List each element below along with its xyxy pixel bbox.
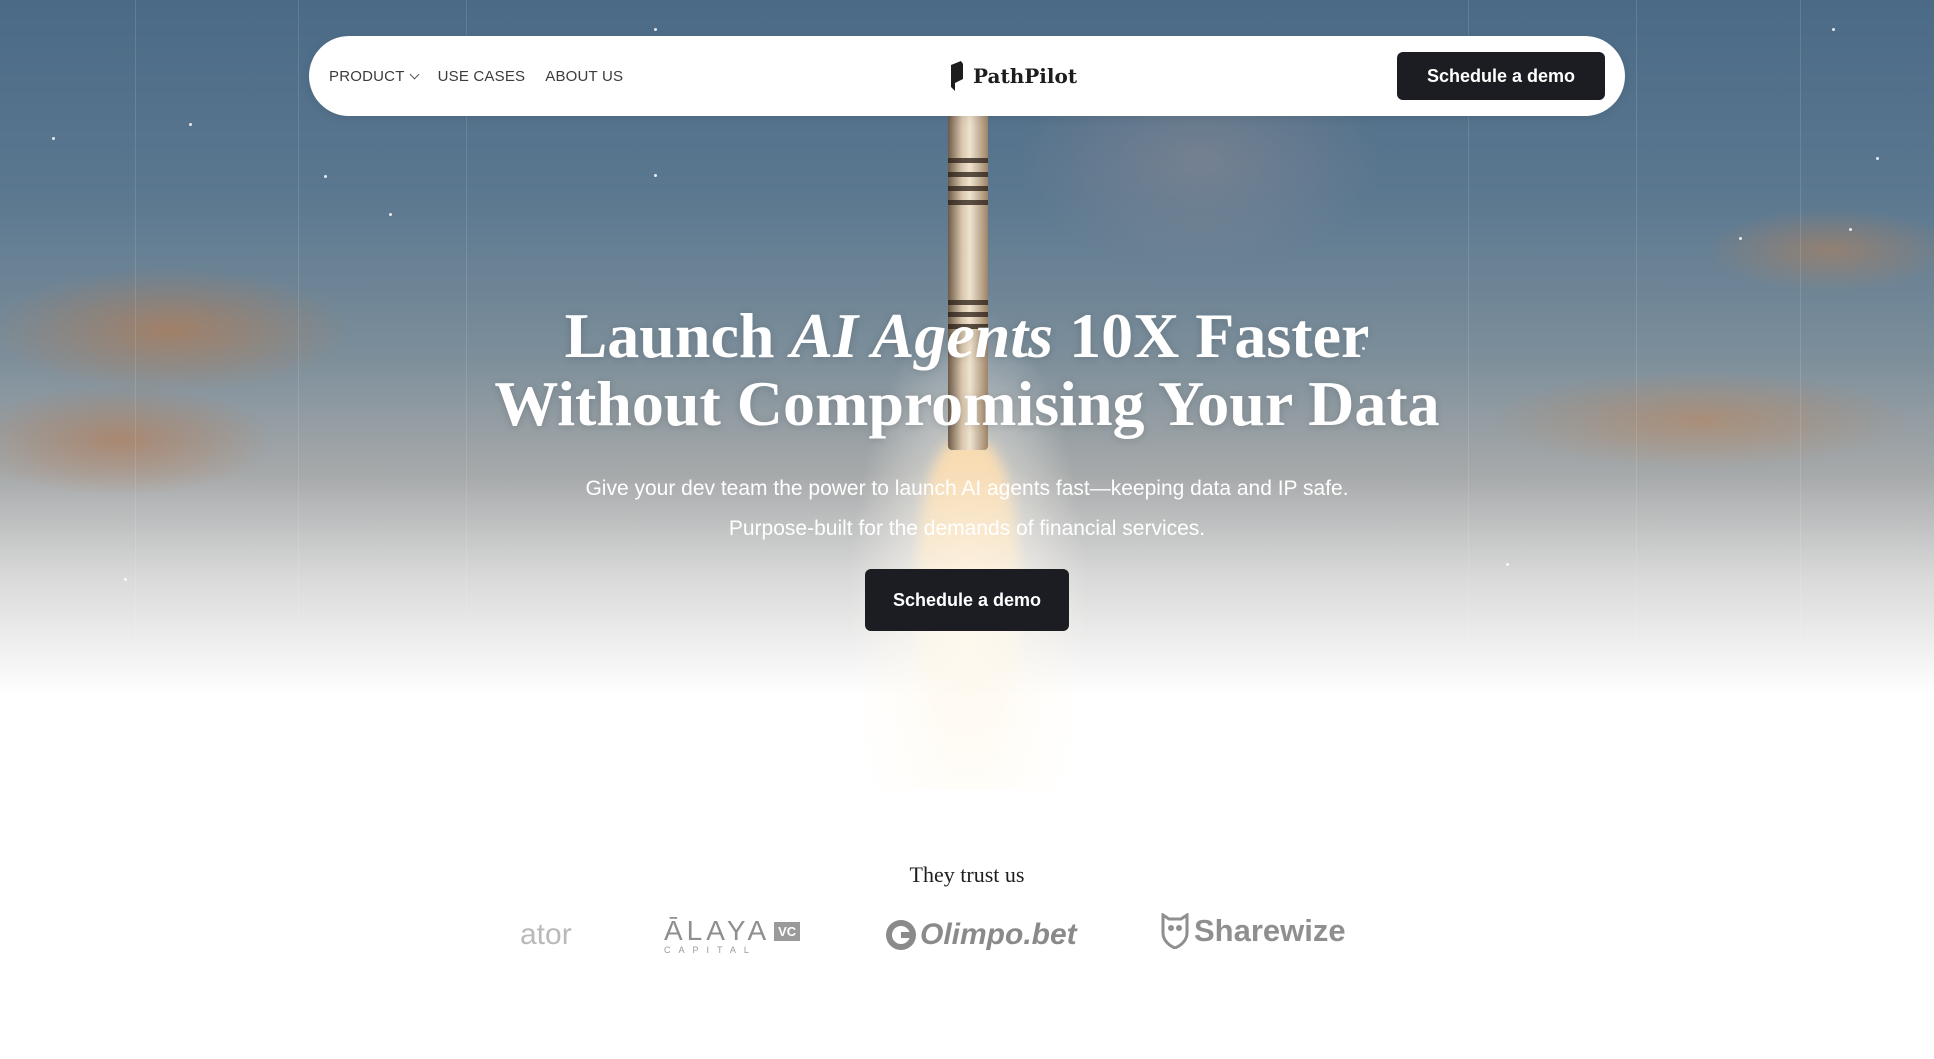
star — [654, 174, 657, 177]
owl-shield-icon — [1161, 913, 1189, 949]
star — [1832, 28, 1835, 31]
hero-headline: Launch AI Agents 10X Faster Without Comp… — [0, 302, 1934, 438]
chevron-down-icon — [409, 69, 420, 79]
hero-subtext-line2: Purpose-built for the demands of financi… — [728, 517, 1206, 540]
headline-line2: Without Compromising Your Data — [494, 368, 1440, 439]
star — [124, 578, 127, 581]
star — [1739, 237, 1742, 240]
pathpilot-logo-icon — [951, 61, 963, 91]
star — [189, 123, 192, 126]
trust-section-title: They trust us — [909, 862, 1025, 887]
nav-item-about-us[interactable]: ABOUT US — [545, 68, 623, 85]
alaya-logo-top: ĀLAYA VC — [664, 915, 801, 947]
star — [1506, 563, 1509, 566]
partial-client-logo: ator — [520, 905, 572, 965]
nav-item-use-cases-label: USE CASES — [437, 67, 526, 85]
rocket-band — [948, 200, 988, 205]
rocket-band — [948, 186, 988, 191]
top-navbar: PRODUCT USE CASES ABOUT US PathPilot Sch… — [309, 36, 1625, 116]
star — [1849, 228, 1852, 231]
olimpo-logo-text: Olimpo.bet — [920, 918, 1077, 951]
brand-name: PathPilot — [973, 64, 1078, 88]
alaya-logo-name: ĀLAYA — [664, 915, 771, 946]
headline-emphasis: AI Agents — [790, 300, 1054, 371]
nav-schedule-demo-button[interactable]: Schedule a demo — [1397, 52, 1605, 100]
star — [1876, 157, 1879, 160]
hero-subtext: Give your dev team the power to launch A… — [0, 469, 1934, 549]
nav-item-about-us-label: ABOUT US — [545, 67, 624, 85]
sharewize-logo: Sharewize — [1160, 901, 1346, 961]
alaya-logo-badge: VC — [774, 921, 801, 941]
olimpo-mark-icon — [886, 920, 916, 950]
alaya-capital-logo: ĀLAYA VC CAPITAL — [664, 905, 801, 965]
alaya-logo-sub: CAPITAL — [664, 945, 757, 955]
headline-launch: Launch — [564, 300, 775, 371]
rocket-band — [948, 158, 988, 163]
olimpo-bet-logo: Olimpo.bet — [884, 905, 1077, 965]
star — [324, 175, 327, 178]
hero-subtext-line1: Give your dev team the power to launch A… — [585, 477, 1349, 500]
star — [654, 28, 657, 31]
nav-item-use-cases[interactable]: USE CASES — [438, 68, 526, 85]
rocket-band — [948, 172, 988, 177]
star — [389, 213, 392, 216]
hero-schedule-demo-button[interactable]: Schedule a demo — [865, 569, 1069, 631]
partial-logo-text: ator — [520, 918, 572, 951]
headline-rest: 10X Faster — [1069, 300, 1370, 371]
sharewize-logo-text: Sharewize — [1194, 913, 1346, 948]
hero-background: Launch AI Agents 10X Faster Without Comp… — [0, 0, 1934, 790]
client-logos: ator ĀLAYA VC CAPITAL Olimpo.bet Sharewi… — [0, 905, 1934, 965]
nav-links: PRODUCT USE CASES ABOUT US — [329, 36, 623, 116]
star — [52, 137, 55, 140]
brand-logo[interactable]: PathPilot — [949, 36, 1077, 116]
landing-page: Launch AI Agents 10X Faster Without Comp… — [0, 0, 1934, 1059]
nav-item-product-label: PRODUCT — [329, 67, 405, 85]
nav-item-product[interactable]: PRODUCT — [329, 67, 420, 85]
